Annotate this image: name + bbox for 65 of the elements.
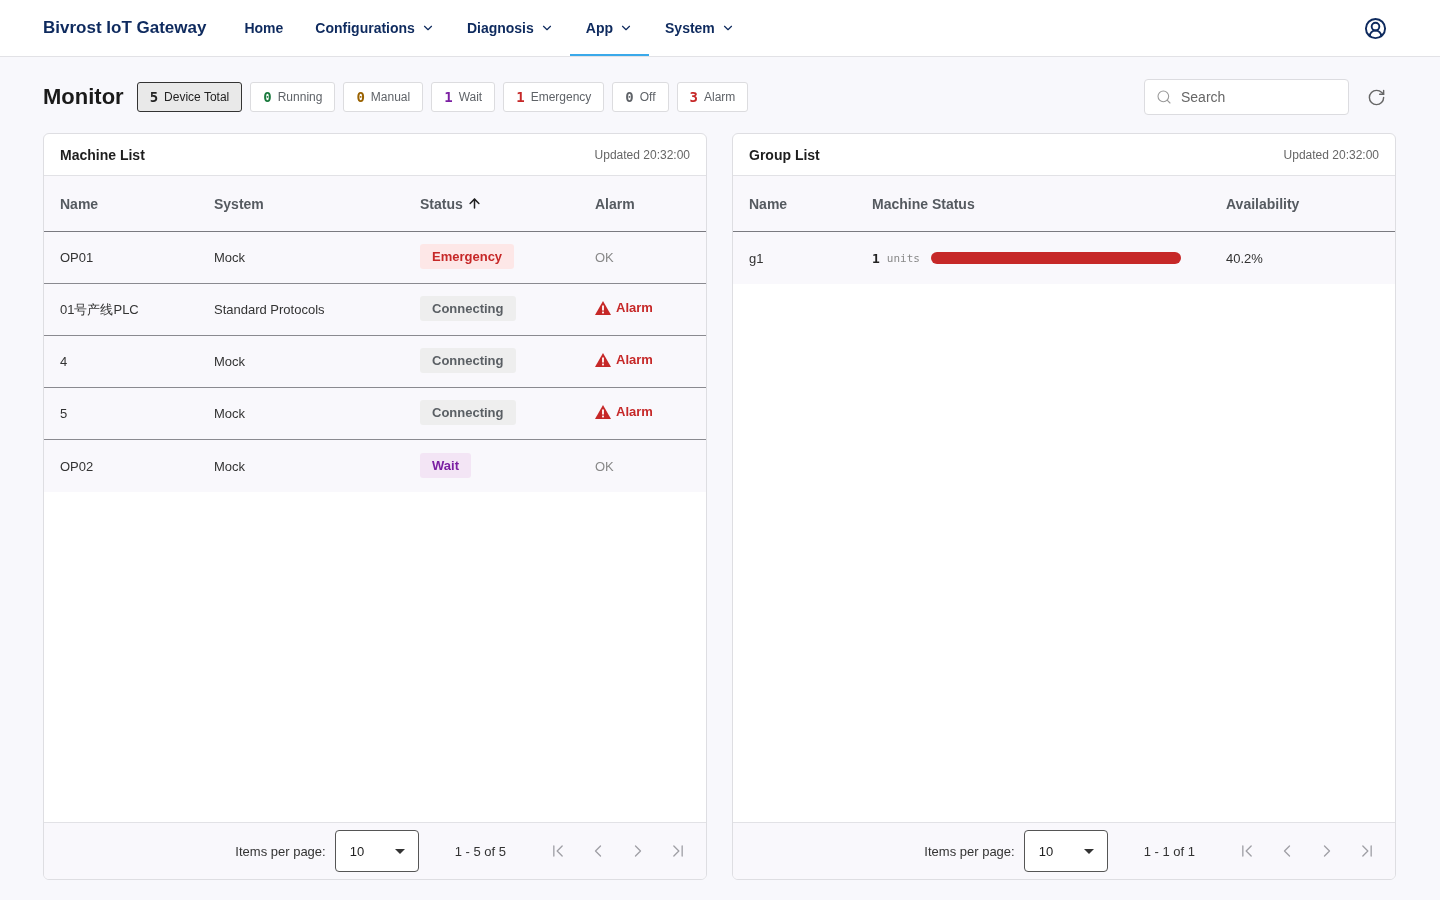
- warning-icon: [595, 352, 611, 367]
- updated-time: Updated 20:32:00: [594, 147, 690, 162]
- filter-chip[interactable]: 3 Alarm: [676, 82, 749, 112]
- table-cell: 40.2%: [1226, 250, 1263, 266]
- page-size-select[interactable]: 10: [334, 830, 419, 872]
- table-cell: g1: [749, 250, 764, 266]
- column-header[interactable]: System: [214, 195, 264, 212]
- nav-tab[interactable]: System: [649, 0, 751, 56]
- table-cell: OP02: [60, 458, 94, 474]
- warning-icon: [595, 404, 611, 419]
- column-header[interactable]: Alarm: [595, 195, 635, 212]
- status-tag: Connecting: [420, 296, 516, 321]
- refresh-icon: [1367, 87, 1386, 107]
- items-per-page-label: Items per page:: [235, 843, 326, 859]
- page-range-label: 1 - 1 of 1: [1143, 843, 1195, 859]
- updated-time: Updated 20:32:00: [1283, 147, 1379, 162]
- nav-tab[interactable]: Home: [228, 0, 300, 56]
- page-range-label: 1 - 5 of 5: [454, 843, 506, 859]
- page-title: Monitor: [43, 84, 124, 110]
- refresh-button[interactable]: [1367, 87, 1386, 107]
- status-tag: Connecting: [420, 348, 516, 373]
- nav-tab[interactable]: Configurations: [299, 0, 451, 56]
- table-cell: Mock: [214, 250, 246, 265]
- status-tag: Wait: [420, 452, 471, 478]
- caret-icon: [394, 848, 405, 854]
- brand-title: Bivrost IoT Gateway: [43, 17, 207, 39]
- status-tag: Emergency: [420, 244, 515, 269]
- status-tag: Connecting: [420, 400, 516, 425]
- table-cell: 4: [60, 354, 68, 369]
- filter-chip[interactable]: 1 Wait: [431, 82, 496, 112]
- column-header[interactable]: Status: [420, 195, 482, 212]
- filter-chip[interactable]: 0 Manual: [343, 82, 424, 112]
- filter-chip[interactable]: 1 Emergency: [503, 82, 605, 112]
- unit-label: units: [886, 251, 920, 265]
- table-cell: Mock: [214, 406, 246, 421]
- table-cell: Mock: [214, 354, 246, 369]
- page-size-select[interactable]: 10: [1023, 830, 1108, 872]
- filter-chip[interactable]: 0 Running: [250, 82, 336, 112]
- unit-count: 1: [872, 250, 880, 266]
- table-cell: 5: [60, 406, 68, 421]
- nav-tab[interactable]: Diagnosis: [450, 0, 570, 56]
- nav-tab[interactable]: App: [569, 0, 649, 56]
- column-header[interactable]: Availability: [1226, 195, 1300, 212]
- alarm-label: OK: [595, 458, 614, 474]
- table-cell: Mock: [214, 458, 246, 474]
- search-field[interactable]: Search: [1144, 79, 1349, 115]
- panel-title: Group List: [749, 146, 820, 163]
- search-icon: [1156, 89, 1172, 105]
- filter-chip[interactable]: 0 Off: [612, 82, 669, 112]
- alarm-label: Alarm: [616, 404, 653, 419]
- alarm-label: Alarm: [616, 352, 653, 367]
- account-icon[interactable]: [1364, 16, 1387, 40]
- table-cell: 01号产线PLC: [60, 300, 139, 319]
- column-header[interactable]: Name: [749, 195, 788, 212]
- alarm-label: Alarm: [616, 300, 653, 315]
- warning-icon: [595, 300, 611, 315]
- column-header[interactable]: Machine Status: [872, 195, 975, 212]
- table-cell: Standard Protocols: [214, 302, 325, 317]
- filter-chip[interactable]: 5 Device Total: [136, 82, 243, 112]
- caret-icon: [1083, 848, 1094, 854]
- panel-title: Machine List: [60, 146, 145, 163]
- table-cell: OP01: [60, 250, 94, 265]
- items-per-page-label: Items per page:: [924, 843, 1015, 859]
- alarm-label: OK: [595, 250, 614, 265]
- column-header[interactable]: Name: [60, 195, 99, 212]
